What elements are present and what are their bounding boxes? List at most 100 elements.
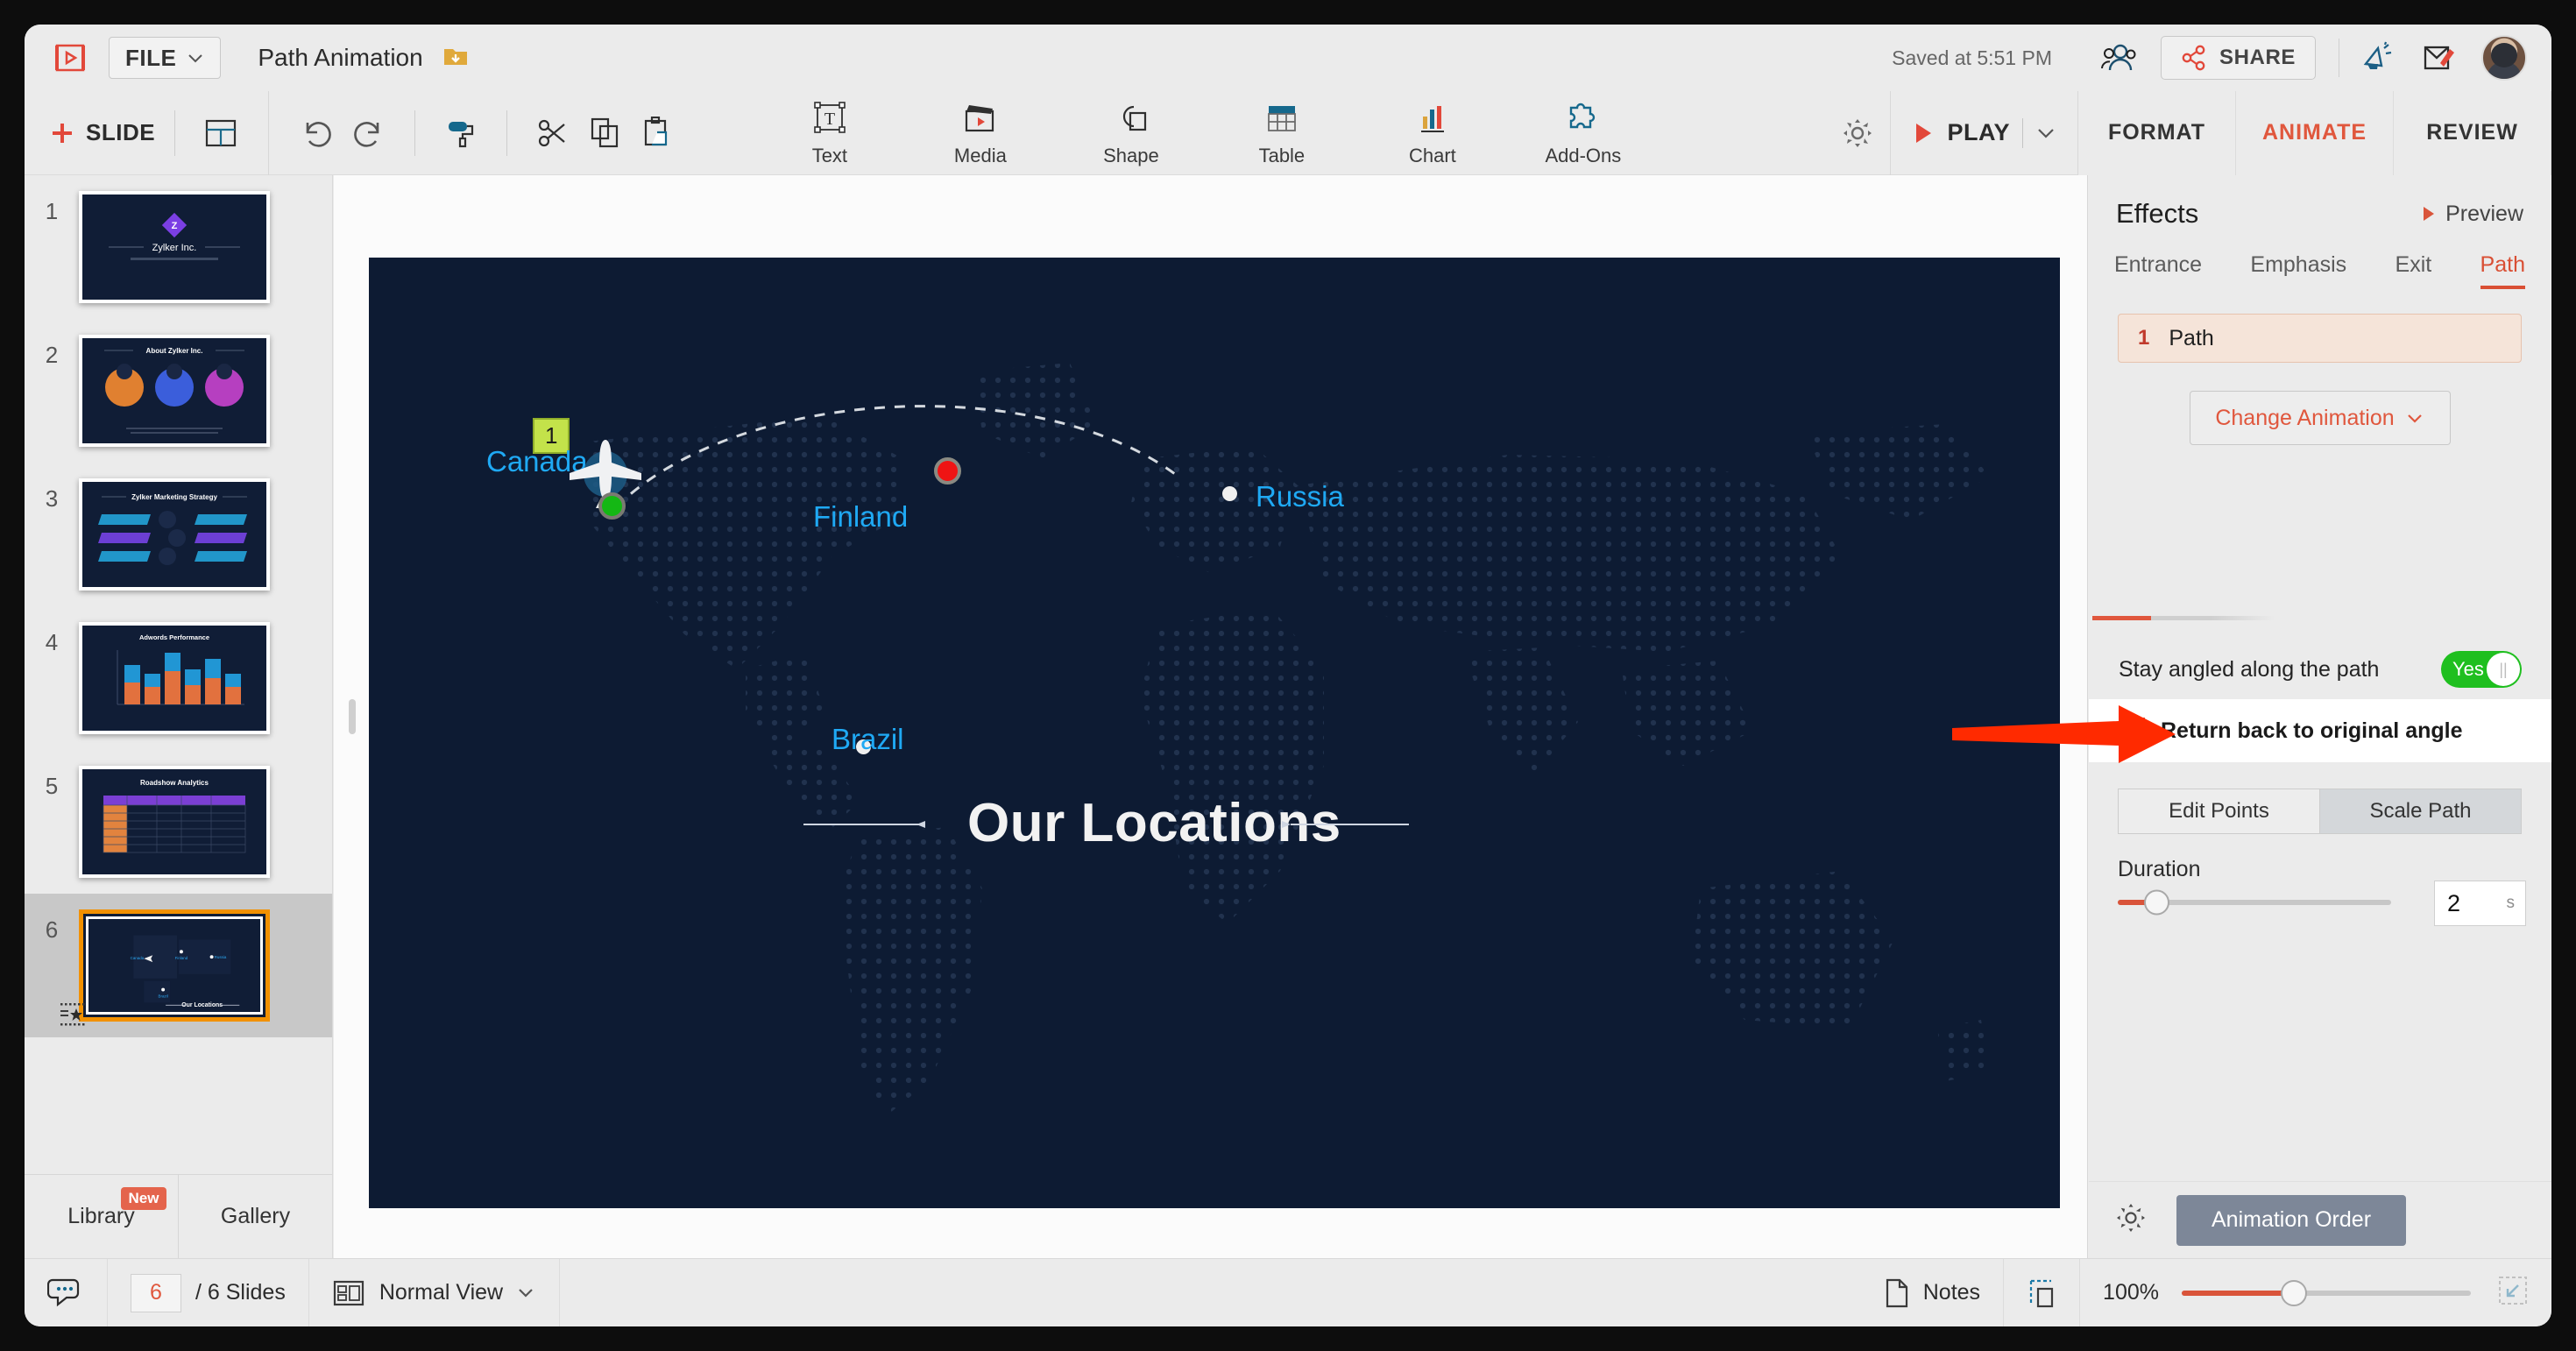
zoom-slider[interactable] <box>2182 1291 2471 1296</box>
thumbnail-selection-border <box>86 916 263 1015</box>
toolbar-divider <box>174 110 175 156</box>
chevron-down-icon[interactable] <box>2035 126 2056 140</box>
document-title[interactable]: Path Animation <box>258 44 422 72</box>
scale-path-button[interactable]: Scale Path <box>2320 789 2522 834</box>
location-dot-russia[interactable] <box>1222 486 1237 501</box>
effects-title: Effects <box>2116 198 2198 230</box>
scissors-icon[interactable] <box>527 107 579 159</box>
collaborators-icon[interactable] <box>2087 25 2147 91</box>
tool-media[interactable]: Media <box>932 99 1029 167</box>
play-triangle-icon <box>1912 120 1935 146</box>
duration-slider-knob[interactable] <box>2144 890 2169 916</box>
insert-tools-group: T Text Media Shape Table Chart Add-On <box>782 99 1631 167</box>
fit-to-screen-icon[interactable] <box>2497 1275 2529 1311</box>
slide-animation-marker-icon <box>60 1001 89 1032</box>
panel-settings-icon[interactable] <box>2115 1202 2147 1238</box>
panel-tabs: FORMAT ANIMATE REVIEW <box>2078 91 2551 175</box>
path-end-node[interactable] <box>934 457 961 485</box>
effect-tab-emphasis[interactable]: Emphasis <box>2250 252 2346 289</box>
title-arrow-right-icon <box>1277 818 1291 831</box>
view-mode-selector[interactable]: Normal View <box>309 1259 560 1327</box>
sidebar-tab-gallery[interactable]: Gallery <box>178 1175 332 1258</box>
paste-icon[interactable] <box>632 107 684 159</box>
edit-points-button[interactable]: Edit Points <box>2118 789 2320 834</box>
application-window: FILE Path Animation Saved at 5:51 PM SHA… <box>25 25 2551 1326</box>
svg-text:About Zylker Inc.: About Zylker Inc. <box>146 347 203 355</box>
tool-shape-label: Shape <box>1103 145 1159 167</box>
tool-addons[interactable]: Add-Ons <box>1535 99 1631 167</box>
zoom-level: 100% <box>2103 1280 2159 1305</box>
sidebar-resize-handle[interactable] <box>349 699 356 734</box>
location-label-finland[interactable]: Finland <box>813 500 908 534</box>
comments-button[interactable] <box>25 1259 108 1327</box>
scrollbar-thumb[interactable] <box>2092 616 2151 620</box>
slide-thumbnail-1[interactable]: 1 Z Zylker Inc. <box>25 175 332 319</box>
copy-icon[interactable] <box>579 107 632 159</box>
duration-slider[interactable] <box>2118 900 2391 905</box>
tool-table[interactable]: Table <box>1234 99 1330 167</box>
duration-input[interactable]: 2 s <box>2434 881 2526 926</box>
svg-text:Zylker Marketing Strategy: Zylker Marketing Strategy <box>131 493 217 501</box>
return-angle-label: Return back to original angle <box>2161 718 2463 744</box>
location-label-brazil[interactable]: Brazil <box>832 723 904 756</box>
plus-icon <box>49 120 75 146</box>
stay-angled-toggle[interactable]: Yes || <box>2441 651 2522 688</box>
text-box-icon: T <box>810 99 850 139</box>
toolbar-divider-2 <box>414 110 415 156</box>
tool-chart[interactable]: Chart <box>1384 99 1481 167</box>
share-nodes-icon <box>2181 45 2207 71</box>
thumbnail-preview: Zylker Marketing Strategy <box>79 478 270 591</box>
slide-thumbnail-2[interactable]: 2 About Zylker Inc. <box>25 319 332 463</box>
redo-icon[interactable] <box>343 107 395 159</box>
clapperboard-icon <box>960 99 1001 139</box>
change-animation-button[interactable]: Change Animation <box>2190 391 2451 445</box>
zoom-slider-knob[interactable] <box>2281 1280 2307 1306</box>
tool-shape[interactable]: Shape <box>1083 99 1179 167</box>
red-pointer-arrow <box>1952 704 2180 765</box>
share-button[interactable]: SHARE <box>2161 36 2316 80</box>
gear-icon[interactable] <box>1825 91 1890 175</box>
slide-layout-icon[interactable] <box>195 107 247 159</box>
slide-thumbnail-4[interactable]: 4 Adwords Performance <box>25 606 332 750</box>
path-start-node[interactable] <box>598 492 626 520</box>
avatar[interactable] <box>2481 35 2527 81</box>
presentation-logo-icon[interactable] <box>51 39 89 77</box>
slide-editor[interactable]: 1 Canada Finland Russia Brazil <box>369 258 2060 1208</box>
undo-icon[interactable] <box>290 107 343 159</box>
effect-tab-entrance[interactable]: Entrance <box>2114 252 2202 289</box>
add-slide-button[interactable]: SLIDE <box>49 119 155 146</box>
saved-status: Saved at 5:51 PM <box>1892 46 2052 70</box>
effect-tab-exit[interactable]: Exit <box>2396 252 2432 289</box>
megaphone-icon[interactable] <box>2348 25 2408 91</box>
slides-list[interactable]: 1 Z Zylker Inc. 2 <box>25 175 332 1174</box>
slide-count-label: / 6 Slides <box>195 1280 286 1305</box>
tab-format[interactable]: FORMAT <box>2078 91 2236 175</box>
effect-tab-path[interactable]: Path <box>2480 252 2525 289</box>
presenter-view-icon[interactable] <box>2004 1259 2080 1327</box>
panel-horizontal-scrollbar[interactable] <box>2092 616 2275 620</box>
preview-button[interactable]: Preview <box>2421 202 2523 227</box>
slide-thumbnail-5[interactable]: 5 Roadshow Analytics <box>25 750 332 894</box>
tab-review[interactable]: REVIEW <box>2394 91 2551 175</box>
effect-list-item-path[interactable]: 1 Path <box>2118 314 2522 363</box>
slide-number: 1 <box>25 191 79 225</box>
notes-button[interactable]: Notes <box>1860 1259 2004 1327</box>
effect-item-number: 1 <box>2138 326 2149 350</box>
dashed-motion-path[interactable] <box>369 258 2060 1208</box>
edit-note-icon[interactable] <box>2408 25 2467 91</box>
paint-roller-icon[interactable] <box>435 107 487 159</box>
slide-thumbnail-6[interactable]: 6 Finland Russia Canada Brazil Our Locat… <box>25 894 332 1037</box>
sidebar-tab-library[interactable]: Library New <box>25 1175 178 1258</box>
animation-order-button[interactable]: Animation Order <box>2176 1195 2406 1246</box>
slide-thumbnail-3[interactable]: 3 Zylker Marketing Strategy <box>25 463 332 606</box>
folder-move-icon[interactable] <box>442 44 469 73</box>
toolbar-group-divider <box>268 91 269 175</box>
svg-text:Z: Z <box>172 221 178 231</box>
tool-addons-label: Add-Ons <box>1545 145 1621 167</box>
play-button[interactable]: PLAY <box>1890 91 2078 175</box>
tool-text[interactable]: T Text <box>782 99 878 167</box>
slide-number-input[interactable]: 6 <box>131 1274 181 1312</box>
tab-animate[interactable]: ANIMATE <box>2236 91 2394 175</box>
location-label-russia[interactable]: Russia <box>1256 480 1344 513</box>
file-menu-button[interactable]: FILE <box>109 37 221 79</box>
